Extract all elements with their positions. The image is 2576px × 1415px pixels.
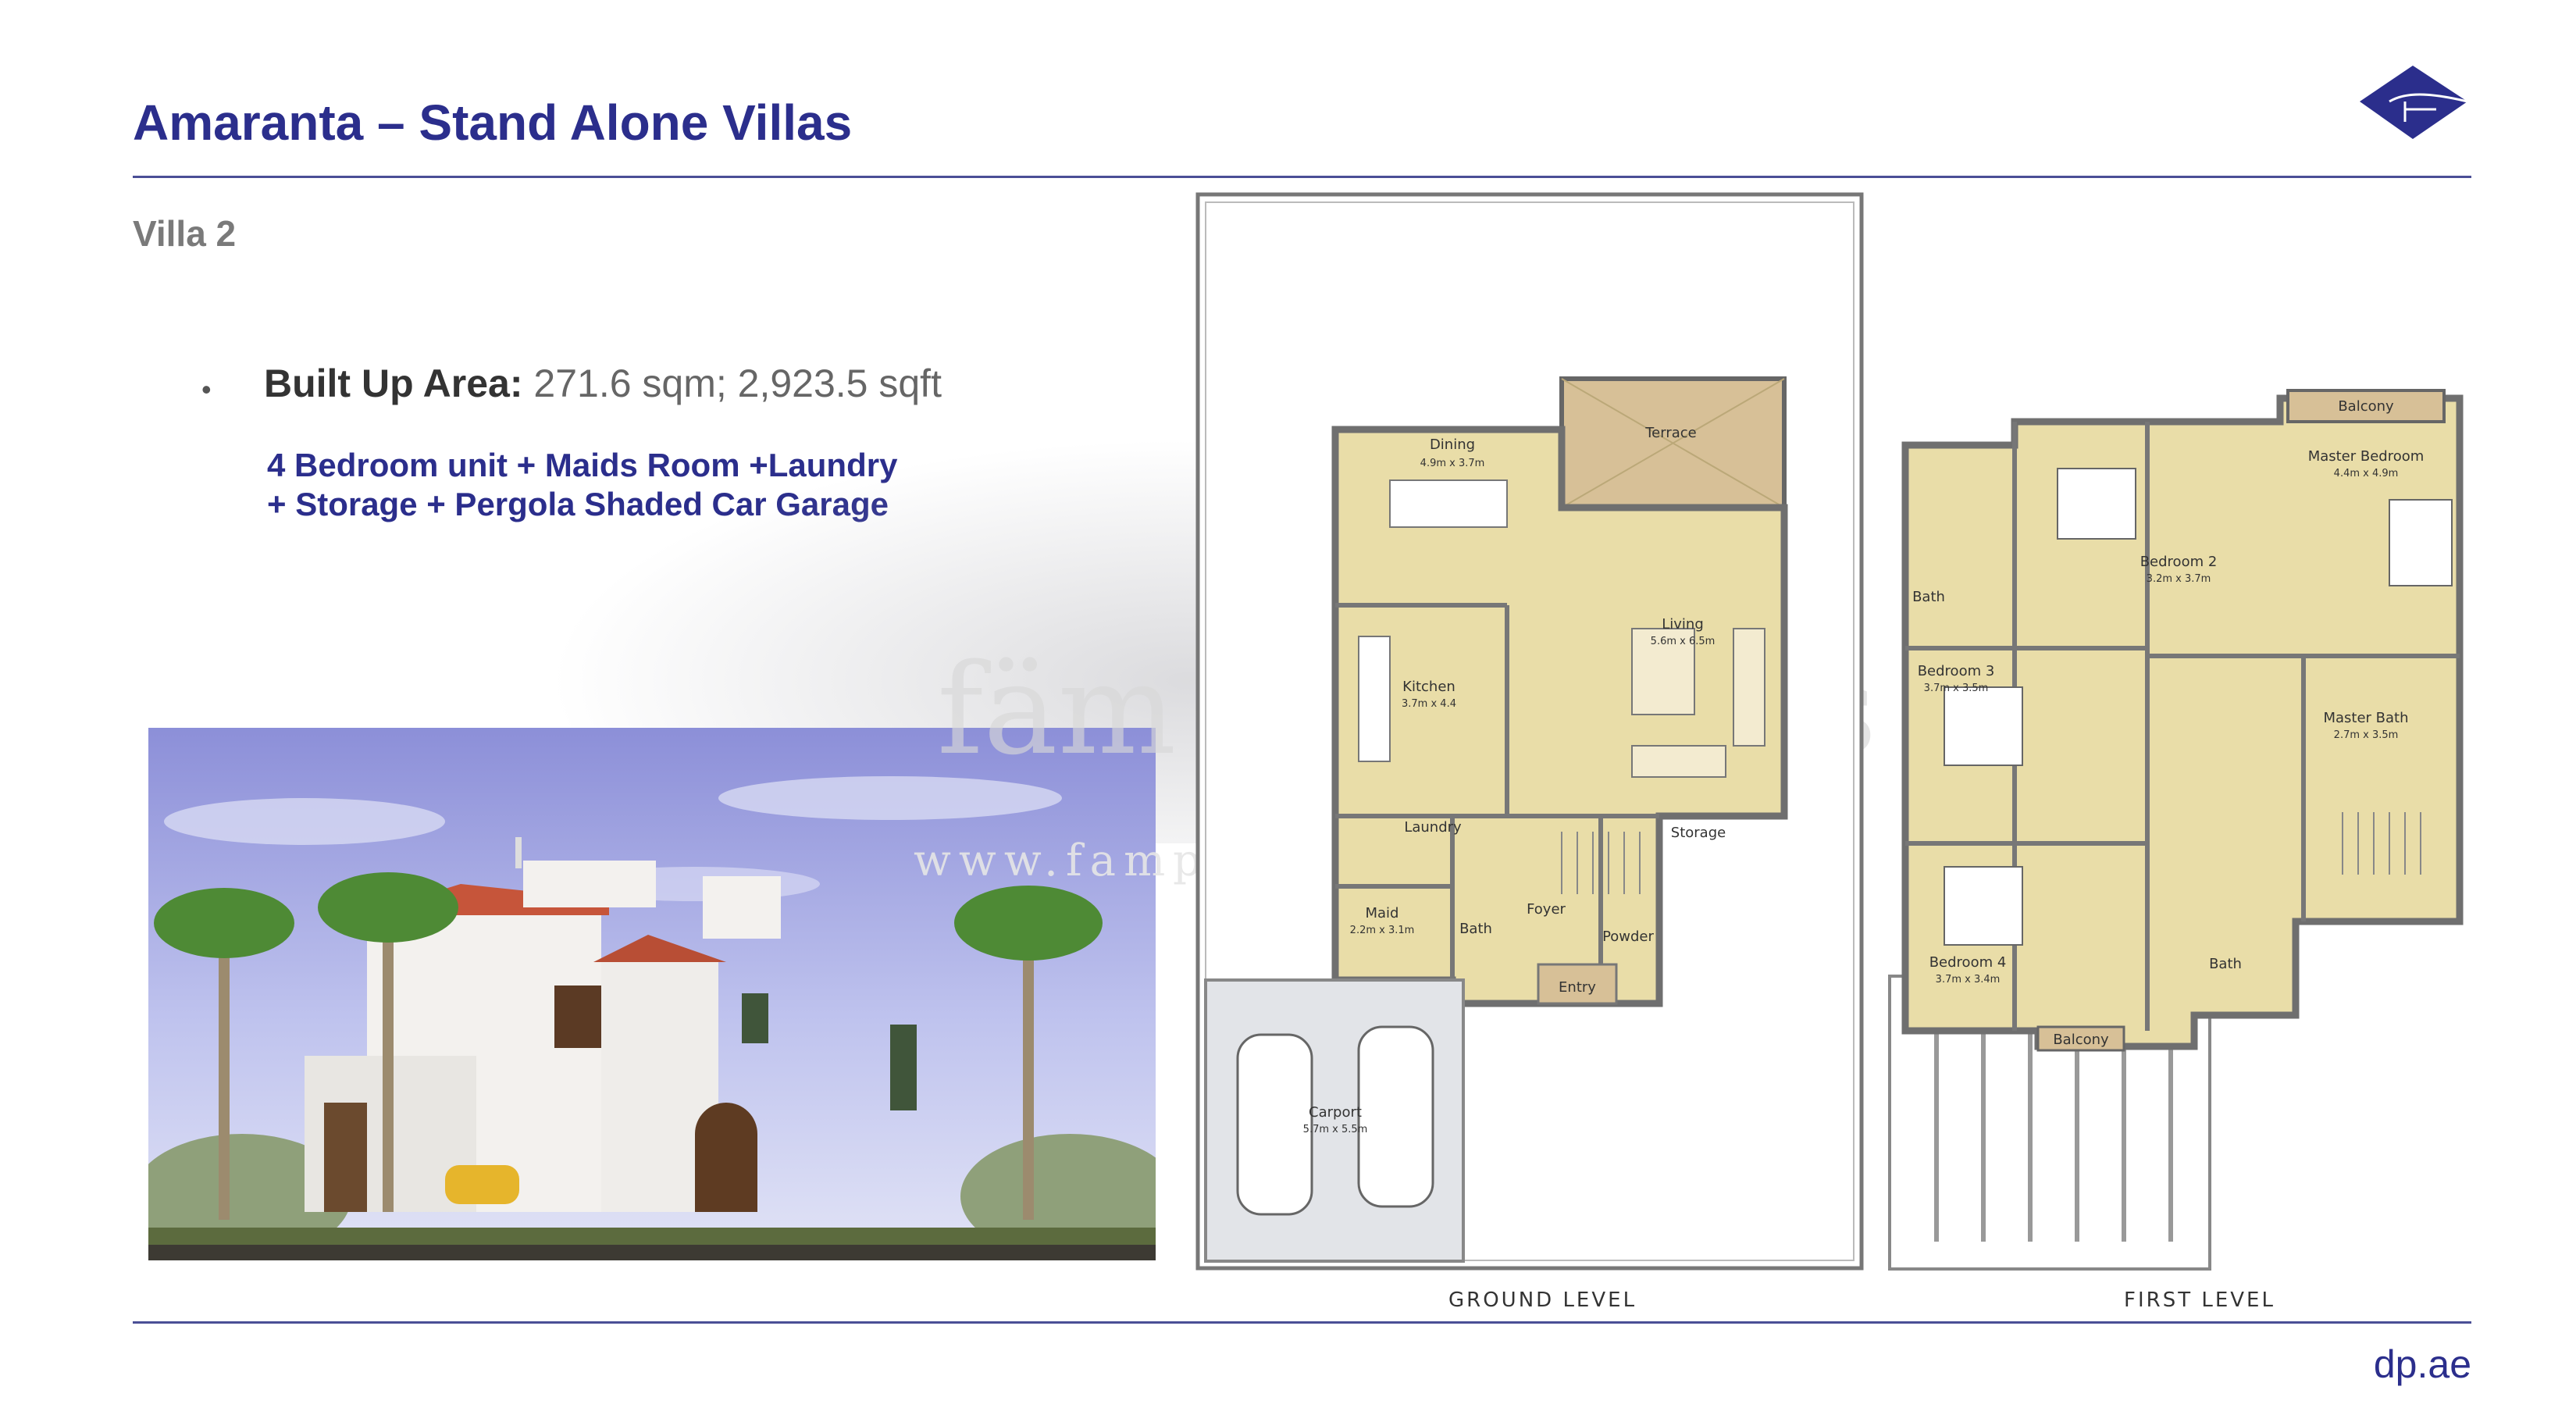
built-up-area: Built Up Area: 271.6 sqm; 2,923.5 sqft	[264, 361, 942, 406]
ground-level-plan: Dining 4.9m x 3.7m Terrace Living 5.6m x…	[1195, 191, 1866, 1277]
room-dims: 4.4m x 4.9m	[2334, 468, 2399, 479]
room-label: Carport	[1309, 1104, 1362, 1121]
room-dims: 5.6m x 6.5m	[1651, 636, 1716, 647]
room-label: Balcony	[2053, 1032, 2109, 1048]
room-label: Terrace	[1644, 425, 1697, 441]
header-divider	[133, 176, 2471, 178]
room-label: Foyer	[1527, 901, 1566, 918]
room-label: Master Bath	[2323, 710, 2408, 726]
footer-divider	[133, 1321, 2471, 1324]
room-label: Dining	[1430, 437, 1475, 453]
room-label: Bedroom 3	[1918, 663, 1995, 679]
area-value: 271.6 sqm; 2,923.5 sqft	[533, 362, 942, 405]
room-label: Living	[1662, 616, 1704, 633]
room-label: Kitchen	[1402, 679, 1455, 695]
bullet-marker: •	[201, 373, 212, 405]
room-dims: 5.7m x 5.5m	[1303, 1124, 1368, 1135]
room-dims: 3.2m x 3.7m	[2147, 573, 2211, 585]
first-level-plan: Balcony Master Bedroom 4.4m x 4.9m Bedro…	[1882, 375, 2475, 1277]
room-dims: 2.7m x 3.5m	[2334, 729, 2399, 741]
room-label: Maid	[1366, 905, 1399, 921]
page-title: Amaranta – Stand Alone Villas	[133, 94, 853, 151]
room-label: Bath	[2209, 956, 2242, 972]
villa-elevation-image	[148, 728, 1156, 1260]
room-label: Laundry	[1404, 819, 1462, 836]
room-label: Bedroom 4	[1929, 954, 2007, 971]
room-label: Bath	[1459, 921, 1492, 937]
room-dims: 4.9m x 3.7m	[1420, 458, 1485, 469]
ground-level-label: GROUND LEVEL	[1448, 1288, 1637, 1312]
room-label: Bath	[1912, 589, 1945, 605]
first-level-label: FIRST LEVEL	[2124, 1288, 2275, 1312]
room-dims: 3.7m x 3.5m	[1924, 683, 1989, 694]
section-subtitle: Villa 2	[133, 213, 237, 254]
room-label: Bedroom 2	[2140, 554, 2218, 570]
room-label: Powder	[1602, 928, 1654, 945]
company-logo	[2358, 61, 2475, 147]
room-label: Master Bedroom	[2308, 448, 2425, 465]
room-dims: 2.2m x 3.1m	[1350, 925, 1415, 936]
footer-url[interactable]: dp.ae	[2374, 1342, 2471, 1387]
room-label: Entry	[1559, 979, 1596, 996]
room-label: Storage	[1671, 825, 1726, 841]
room-label: Balcony	[2338, 398, 2394, 415]
area-label: Built Up Area:	[264, 362, 523, 405]
room-dims: 3.7m x 4.4	[1402, 698, 1456, 710]
room-dims: 3.7m x 3.4m	[1936, 974, 2001, 986]
